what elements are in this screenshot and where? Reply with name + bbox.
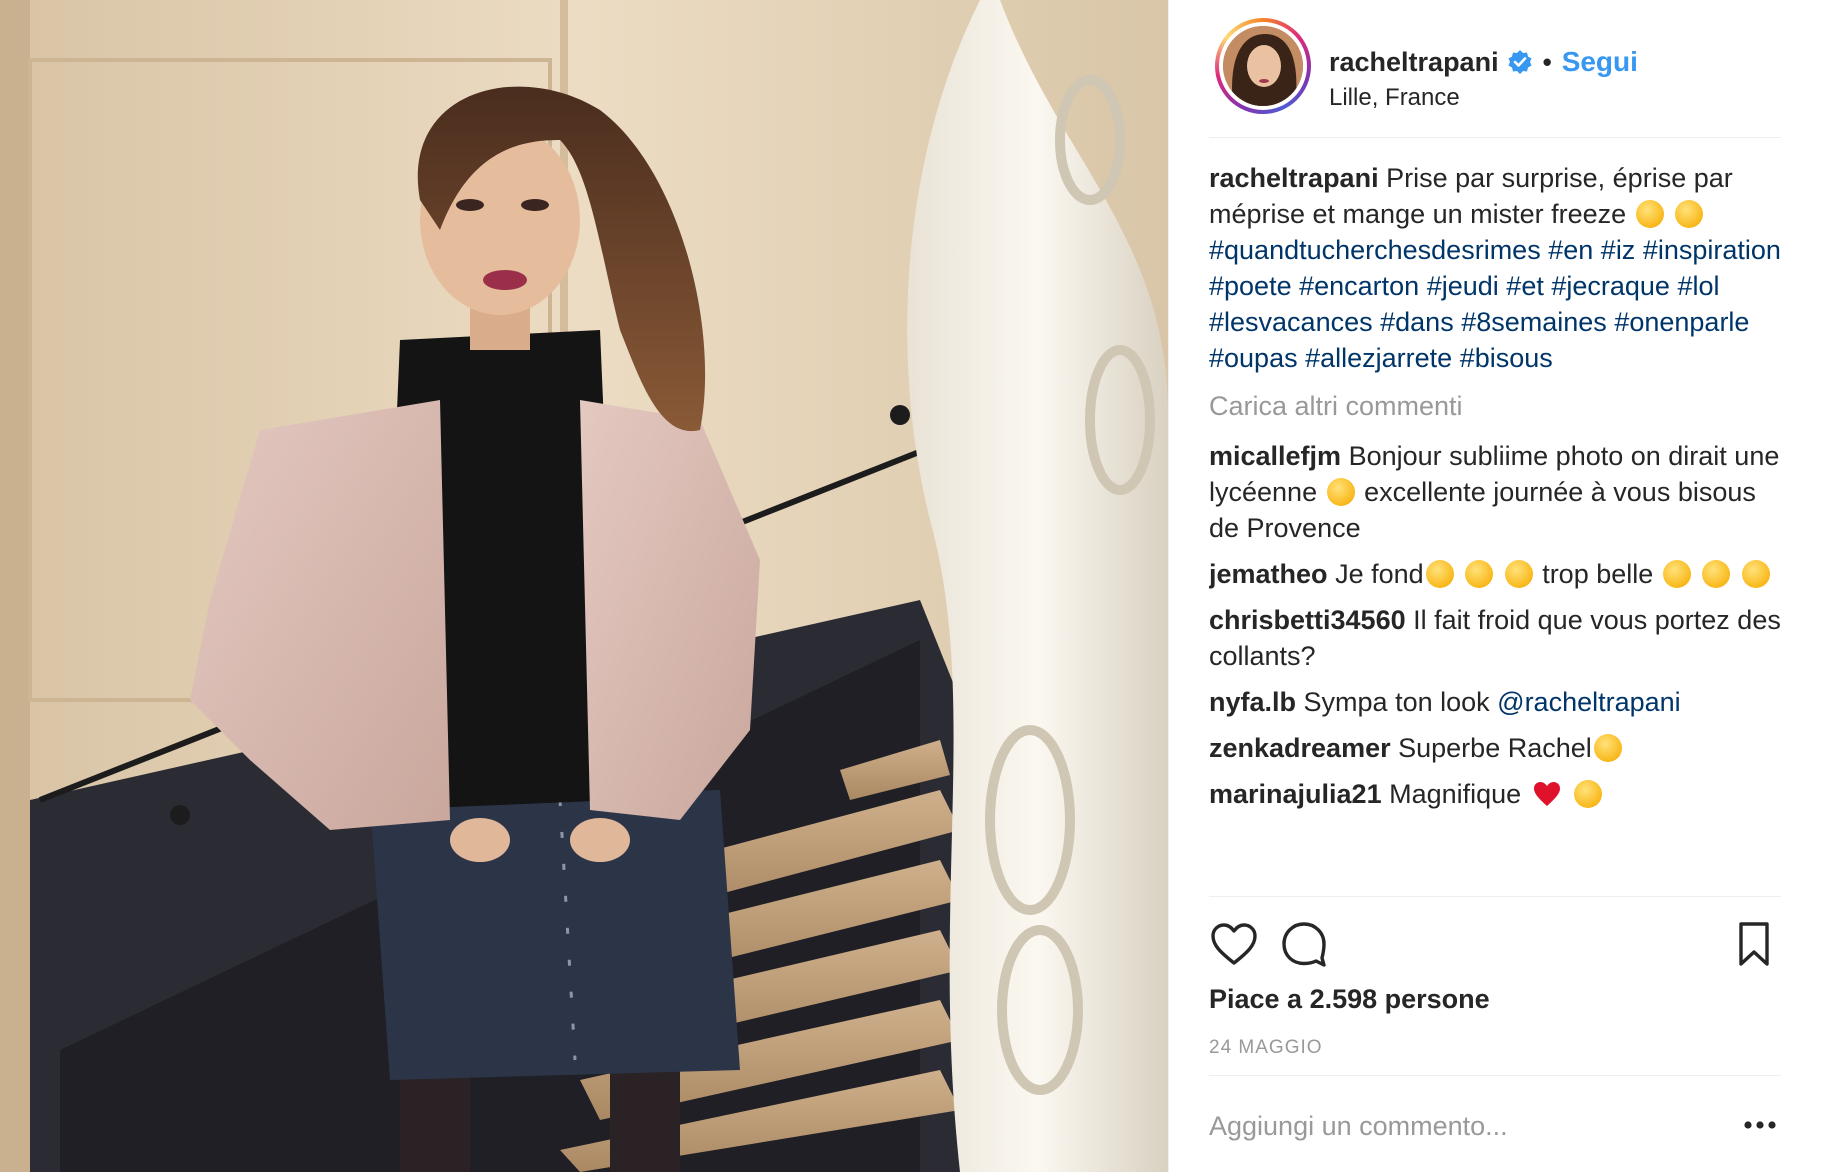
more-options-icon[interactable]	[1743, 1112, 1777, 1138]
comment-text: Magnifique	[1389, 779, 1522, 809]
comment-item: zenkadreamer Superbe Rachel	[1209, 730, 1781, 766]
hashtag[interactable]: #lol	[1677, 271, 1719, 301]
avatar-frame	[1219, 22, 1307, 110]
kiss-emoji	[1702, 560, 1731, 588]
comment-item: nyfa.lb Sympa ton look @racheltrapani	[1209, 684, 1781, 720]
comment-username[interactable]: chrisbetti34560	[1209, 605, 1406, 635]
heart-outline-icon[interactable]	[1209, 919, 1259, 969]
follow-button[interactable]: Segui	[1562, 46, 1638, 78]
comment-username[interactable]: marinajulia21	[1209, 779, 1382, 809]
comment-item: micallefjm Bonjour subliime photo on dir…	[1209, 438, 1781, 546]
heart-eyes-emoji	[1593, 734, 1622, 762]
hashtag[interactable]: #onenparle	[1614, 307, 1749, 337]
kiss-emoji	[1741, 560, 1770, 588]
post-caption: racheltrapani Prise par surprise, éprise…	[1209, 160, 1781, 376]
add-comment-bar	[1209, 1075, 1781, 1172]
post-photo-image	[0, 0, 1168, 1172]
caption-username[interactable]: racheltrapani	[1209, 163, 1379, 193]
comment-text: trop belle	[1542, 559, 1654, 589]
post-actions-bar	[1209, 896, 1781, 980]
heart-eyes-emoji	[1504, 560, 1533, 588]
speech-bubble-icon[interactable]	[1279, 919, 1329, 969]
hashtag[interactable]: #8semaines	[1461, 307, 1607, 337]
heart-eyes-emoji	[1574, 780, 1603, 808]
comment-username[interactable]: zenkadreamer	[1209, 733, 1391, 763]
load-more-comments-button[interactable]: Carica altri commenti	[1209, 388, 1781, 424]
comment-text: Superbe Rachel	[1398, 733, 1592, 763]
hashtag[interactable]: #oupas	[1209, 343, 1298, 373]
heart-eyes-emoji	[1465, 560, 1494, 588]
hashtag[interactable]: #inspiration	[1643, 235, 1781, 265]
post-author-username[interactable]: racheltrapani	[1329, 47, 1499, 78]
hashtag[interactable]: #allezjarrete	[1305, 343, 1452, 373]
post-header: racheltrapani • Segui Lille, France	[1209, 18, 1781, 138]
comment-input[interactable]	[1209, 1106, 1709, 1146]
red-heart-emoji	[1533, 782, 1560, 806]
bookmark-icon[interactable]	[1729, 919, 1779, 969]
hashtag[interactable]: #poete	[1209, 271, 1292, 301]
hashtag[interactable]: #dans	[1380, 307, 1454, 337]
avatar[interactable]	[1215, 18, 1311, 114]
comment-text: Sympa ton look	[1303, 687, 1490, 717]
comment-item: jematheo Je fond trop belle	[1209, 556, 1781, 592]
hashtag[interactable]: #et	[1506, 271, 1544, 301]
post-date[interactable]: 24 MAGGIO	[1209, 1037, 1323, 1059]
comment-username[interactable]: micallefjm	[1209, 441, 1341, 471]
comment-username[interactable]: jematheo	[1209, 559, 1328, 589]
instagram-post-view: racheltrapani • Segui Lille, France rach…	[0, 0, 1824, 1172]
hashtag[interactable]: #encarton	[1299, 271, 1419, 301]
rofl-emoji	[1675, 200, 1704, 228]
hashtag[interactable]: #bisous	[1460, 343, 1553, 373]
comment-item: chrisbetti34560 Il fait froid que vous p…	[1209, 602, 1781, 674]
comments-list[interactable]: racheltrapani Prise par surprise, éprise…	[1209, 160, 1781, 896]
post-side-panel: racheltrapani • Segui Lille, France rach…	[1168, 0, 1824, 1172]
hashtag[interactable]: #lesvacances	[1209, 307, 1373, 337]
eye-roll-emoji	[1635, 200, 1664, 228]
likes-count[interactable]: Piace a 2.598 persone	[1209, 984, 1490, 1015]
post-photo[interactable]	[0, 0, 1168, 1172]
hashtag[interactable]: #iz	[1601, 235, 1636, 265]
avatar-image	[1223, 26, 1303, 106]
heart-eyes-emoji	[1425, 560, 1454, 588]
hashtag[interactable]: #jeudi	[1427, 271, 1499, 301]
comment-username[interactable]: nyfa.lb	[1209, 687, 1296, 717]
header-separator: •	[1542, 46, 1552, 77]
verified-badge-icon	[1507, 49, 1533, 75]
hashtag[interactable]: #jecraque	[1551, 271, 1670, 301]
hashtag[interactable]: #quandtucherchesdesrimes	[1209, 235, 1541, 265]
hashtag[interactable]: #en	[1548, 235, 1593, 265]
post-location[interactable]: Lille, France	[1329, 84, 1460, 112]
kiss-emoji	[1662, 560, 1691, 588]
mention-link[interactable]: @racheltrapani	[1497, 687, 1681, 717]
header-user-row: racheltrapani • Segui	[1329, 44, 1638, 80]
comment-item: marinajulia21 Magnifique	[1209, 776, 1781, 812]
comment-text: Je fond	[1335, 559, 1424, 589]
winking-tongue-emoji	[1326, 478, 1355, 506]
